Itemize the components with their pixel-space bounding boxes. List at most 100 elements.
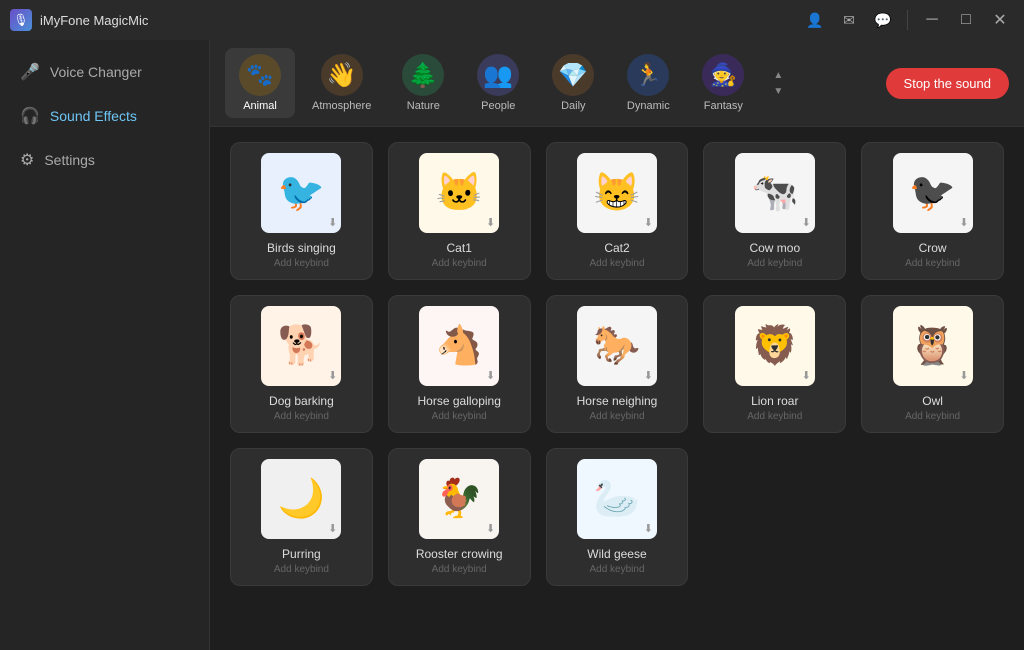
sound-card-image: 😸 ⬇ bbox=[577, 153, 657, 233]
sound-grid-container[interactable]: 🐦 ⬇ Birds singing Add keybind 🐱 ⬇ Cat1 A… bbox=[210, 127, 1024, 650]
download-icon: ⬇ bbox=[959, 369, 968, 382]
sound-card-image: 🌙 ⬇ bbox=[261, 459, 341, 539]
sidebar-item-voice-changer[interactable]: 🎤 Voice Changer bbox=[0, 50, 209, 94]
nature-icon: 🌲 bbox=[402, 54, 444, 96]
category-fantasy[interactable]: 🧙 Fantasy bbox=[688, 48, 758, 118]
app-icon: 🎙 bbox=[10, 9, 32, 31]
stop-sound-button[interactable]: Stop the sound bbox=[886, 68, 1009, 99]
sound-card-name: Birds singing bbox=[267, 241, 336, 255]
gear-icon: ⚙ bbox=[20, 150, 34, 170]
scroll-up-arrow[interactable]: ▲ bbox=[768, 68, 788, 82]
fantasy-icon: 🧙 bbox=[702, 54, 744, 96]
category-daily[interactable]: 💎 Daily bbox=[538, 48, 608, 118]
microphone-icon: 🎤 bbox=[20, 62, 40, 82]
mail-icon[interactable]: ✉ bbox=[835, 6, 863, 34]
category-label: People bbox=[481, 100, 515, 112]
sound-card-cat2[interactable]: 😸 ⬇ Cat2 Add keybind bbox=[546, 142, 689, 280]
download-icon: ⬇ bbox=[644, 216, 653, 229]
sound-card-horse-galloping[interactable]: 🐴 ⬇ Horse galloping Add keybind bbox=[388, 295, 531, 433]
sound-card-rooster-crowing[interactable]: 🐓 ⬇ Rooster crowing Add keybind bbox=[388, 448, 531, 586]
sound-card-name: Cat1 bbox=[447, 241, 472, 255]
chat-icon[interactable]: 💬 bbox=[869, 6, 897, 34]
download-icon: ⬇ bbox=[802, 369, 811, 382]
sidebar: 🎤 Voice Changer 🎧 Sound Effects ⚙ Settin… bbox=[0, 40, 210, 650]
download-icon: ⬇ bbox=[644, 369, 653, 382]
category-people[interactable]: 👥 People bbox=[463, 48, 533, 118]
download-icon: ⬇ bbox=[644, 522, 653, 535]
titlebar-left: 🎙 iMyFone MagicMic bbox=[10, 9, 148, 31]
sound-card-name: Horse galloping bbox=[418, 394, 501, 408]
sound-card-image: 🦉 ⬇ bbox=[893, 306, 973, 386]
sound-card-keybind[interactable]: Add keybind bbox=[589, 564, 644, 575]
sound-card-keybind[interactable]: Add keybind bbox=[747, 258, 802, 269]
dynamic-icon: 🏃 bbox=[627, 54, 669, 96]
sound-card-keybind[interactable]: Add keybind bbox=[905, 411, 960, 422]
sound-card-keybind[interactable]: Add keybind bbox=[432, 258, 487, 269]
sound-card-name: Purring bbox=[282, 547, 321, 561]
daily-icon: 💎 bbox=[552, 54, 594, 96]
sound-card-birds-singing[interactable]: 🐦 ⬇ Birds singing Add keybind bbox=[230, 142, 373, 280]
people-icon: 👥 bbox=[477, 54, 519, 96]
sound-card-lion-roar[interactable]: 🦁 ⬇ Lion roar Add keybind bbox=[703, 295, 846, 433]
sidebar-item-label: Voice Changer bbox=[50, 64, 142, 80]
sound-card-name: Crow bbox=[919, 241, 947, 255]
download-icon: ⬇ bbox=[486, 369, 495, 382]
sound-card-keybind[interactable]: Add keybind bbox=[274, 411, 329, 422]
sound-card-keybind[interactable]: Add keybind bbox=[274, 564, 329, 575]
app-title: iMyFone MagicMic bbox=[40, 13, 148, 28]
category-label: Atmosphere bbox=[312, 100, 371, 112]
category-animal[interactable]: 🐾 Animal bbox=[225, 48, 295, 118]
sound-card-image: 🦁 ⬇ bbox=[735, 306, 815, 386]
maximize-button[interactable]: □ bbox=[952, 6, 980, 34]
animal-icon: 🐾 bbox=[239, 54, 281, 96]
sound-card-keybind[interactable]: Add keybind bbox=[589, 258, 644, 269]
sound-card-crow[interactable]: 🐦‍⬛ ⬇ Crow Add keybind bbox=[861, 142, 1004, 280]
titlebar-controls: 👤 ✉ 💬 ─ □ ✕ bbox=[801, 6, 1014, 34]
minimize-button[interactable]: ─ bbox=[918, 6, 946, 34]
sound-card-name: Cat2 bbox=[604, 241, 629, 255]
sound-card-keybind[interactable]: Add keybind bbox=[589, 411, 644, 422]
category-label: Dynamic bbox=[627, 100, 670, 112]
headphones-icon: 🎧 bbox=[20, 106, 40, 126]
download-icon: ⬇ bbox=[959, 216, 968, 229]
titlebar: 🎙 iMyFone MagicMic 👤 ✉ 💬 ─ □ ✕ bbox=[0, 0, 1024, 40]
sidebar-item-settings[interactable]: ⚙ Settings bbox=[0, 138, 209, 182]
sound-card-owl[interactable]: 🦉 ⬇ Owl Add keybind bbox=[861, 295, 1004, 433]
category-dynamic[interactable]: 🏃 Dynamic bbox=[613, 48, 683, 118]
category-bar: 🐾 Animal 👋 Atmosphere 🌲 Nature 👥 People … bbox=[210, 40, 1024, 127]
sound-card-image: 🐓 ⬇ bbox=[419, 459, 499, 539]
sound-card-image: 🐄 ⬇ bbox=[735, 153, 815, 233]
sound-card-image: 🐦‍⬛ ⬇ bbox=[893, 153, 973, 233]
sidebar-item-label: Sound Effects bbox=[50, 108, 137, 124]
sound-card-dog-barking[interactable]: 🐕 ⬇ Dog barking Add keybind bbox=[230, 295, 373, 433]
download-icon: ⬇ bbox=[486, 522, 495, 535]
sidebar-item-label: Settings bbox=[44, 152, 95, 168]
sound-card-cat1[interactable]: 🐱 ⬇ Cat1 Add keybind bbox=[388, 142, 531, 280]
scroll-down-arrow[interactable]: ▼ bbox=[768, 84, 788, 98]
category-atmosphere[interactable]: 👋 Atmosphere bbox=[300, 48, 383, 118]
sound-card-image: 🦢 ⬇ bbox=[577, 459, 657, 539]
sidebar-item-sound-effects[interactable]: 🎧 Sound Effects bbox=[0, 94, 209, 138]
sound-card-horse-neighing[interactable]: 🐎 ⬇ Horse neighing Add keybind bbox=[546, 295, 689, 433]
sound-card-image: 🐕 ⬇ bbox=[261, 306, 341, 386]
download-icon: ⬇ bbox=[328, 216, 337, 229]
sound-card-keybind[interactable]: Add keybind bbox=[432, 564, 487, 575]
sound-card-wild-geese[interactable]: 🦢 ⬇ Wild geese Add keybind bbox=[546, 448, 689, 586]
sound-card-keybind[interactable]: Add keybind bbox=[432, 411, 487, 422]
sound-card-purring[interactable]: 🌙 ⬇ Purring Add keybind bbox=[230, 448, 373, 586]
sound-card-keybind[interactable]: Add keybind bbox=[274, 258, 329, 269]
sound-card-cow-moo[interactable]: 🐄 ⬇ Cow moo Add keybind bbox=[703, 142, 846, 280]
sound-card-name: Rooster crowing bbox=[416, 547, 503, 561]
sound-card-keybind[interactable]: Add keybind bbox=[905, 258, 960, 269]
category-label: Animal bbox=[243, 100, 277, 112]
category-nature[interactable]: 🌲 Nature bbox=[388, 48, 458, 118]
sound-grid: 🐦 ⬇ Birds singing Add keybind 🐱 ⬇ Cat1 A… bbox=[230, 142, 1004, 586]
sound-card-keybind[interactable]: Add keybind bbox=[747, 411, 802, 422]
user-icon[interactable]: 👤 bbox=[801, 6, 829, 34]
close-button[interactable]: ✕ bbox=[986, 6, 1014, 34]
sound-card-name: Wild geese bbox=[587, 547, 646, 561]
main-layout: 🎤 Voice Changer 🎧 Sound Effects ⚙ Settin… bbox=[0, 40, 1024, 650]
sound-card-name: Dog barking bbox=[269, 394, 334, 408]
category-label: Daily bbox=[561, 100, 585, 112]
sound-card-image: 🐎 ⬇ bbox=[577, 306, 657, 386]
